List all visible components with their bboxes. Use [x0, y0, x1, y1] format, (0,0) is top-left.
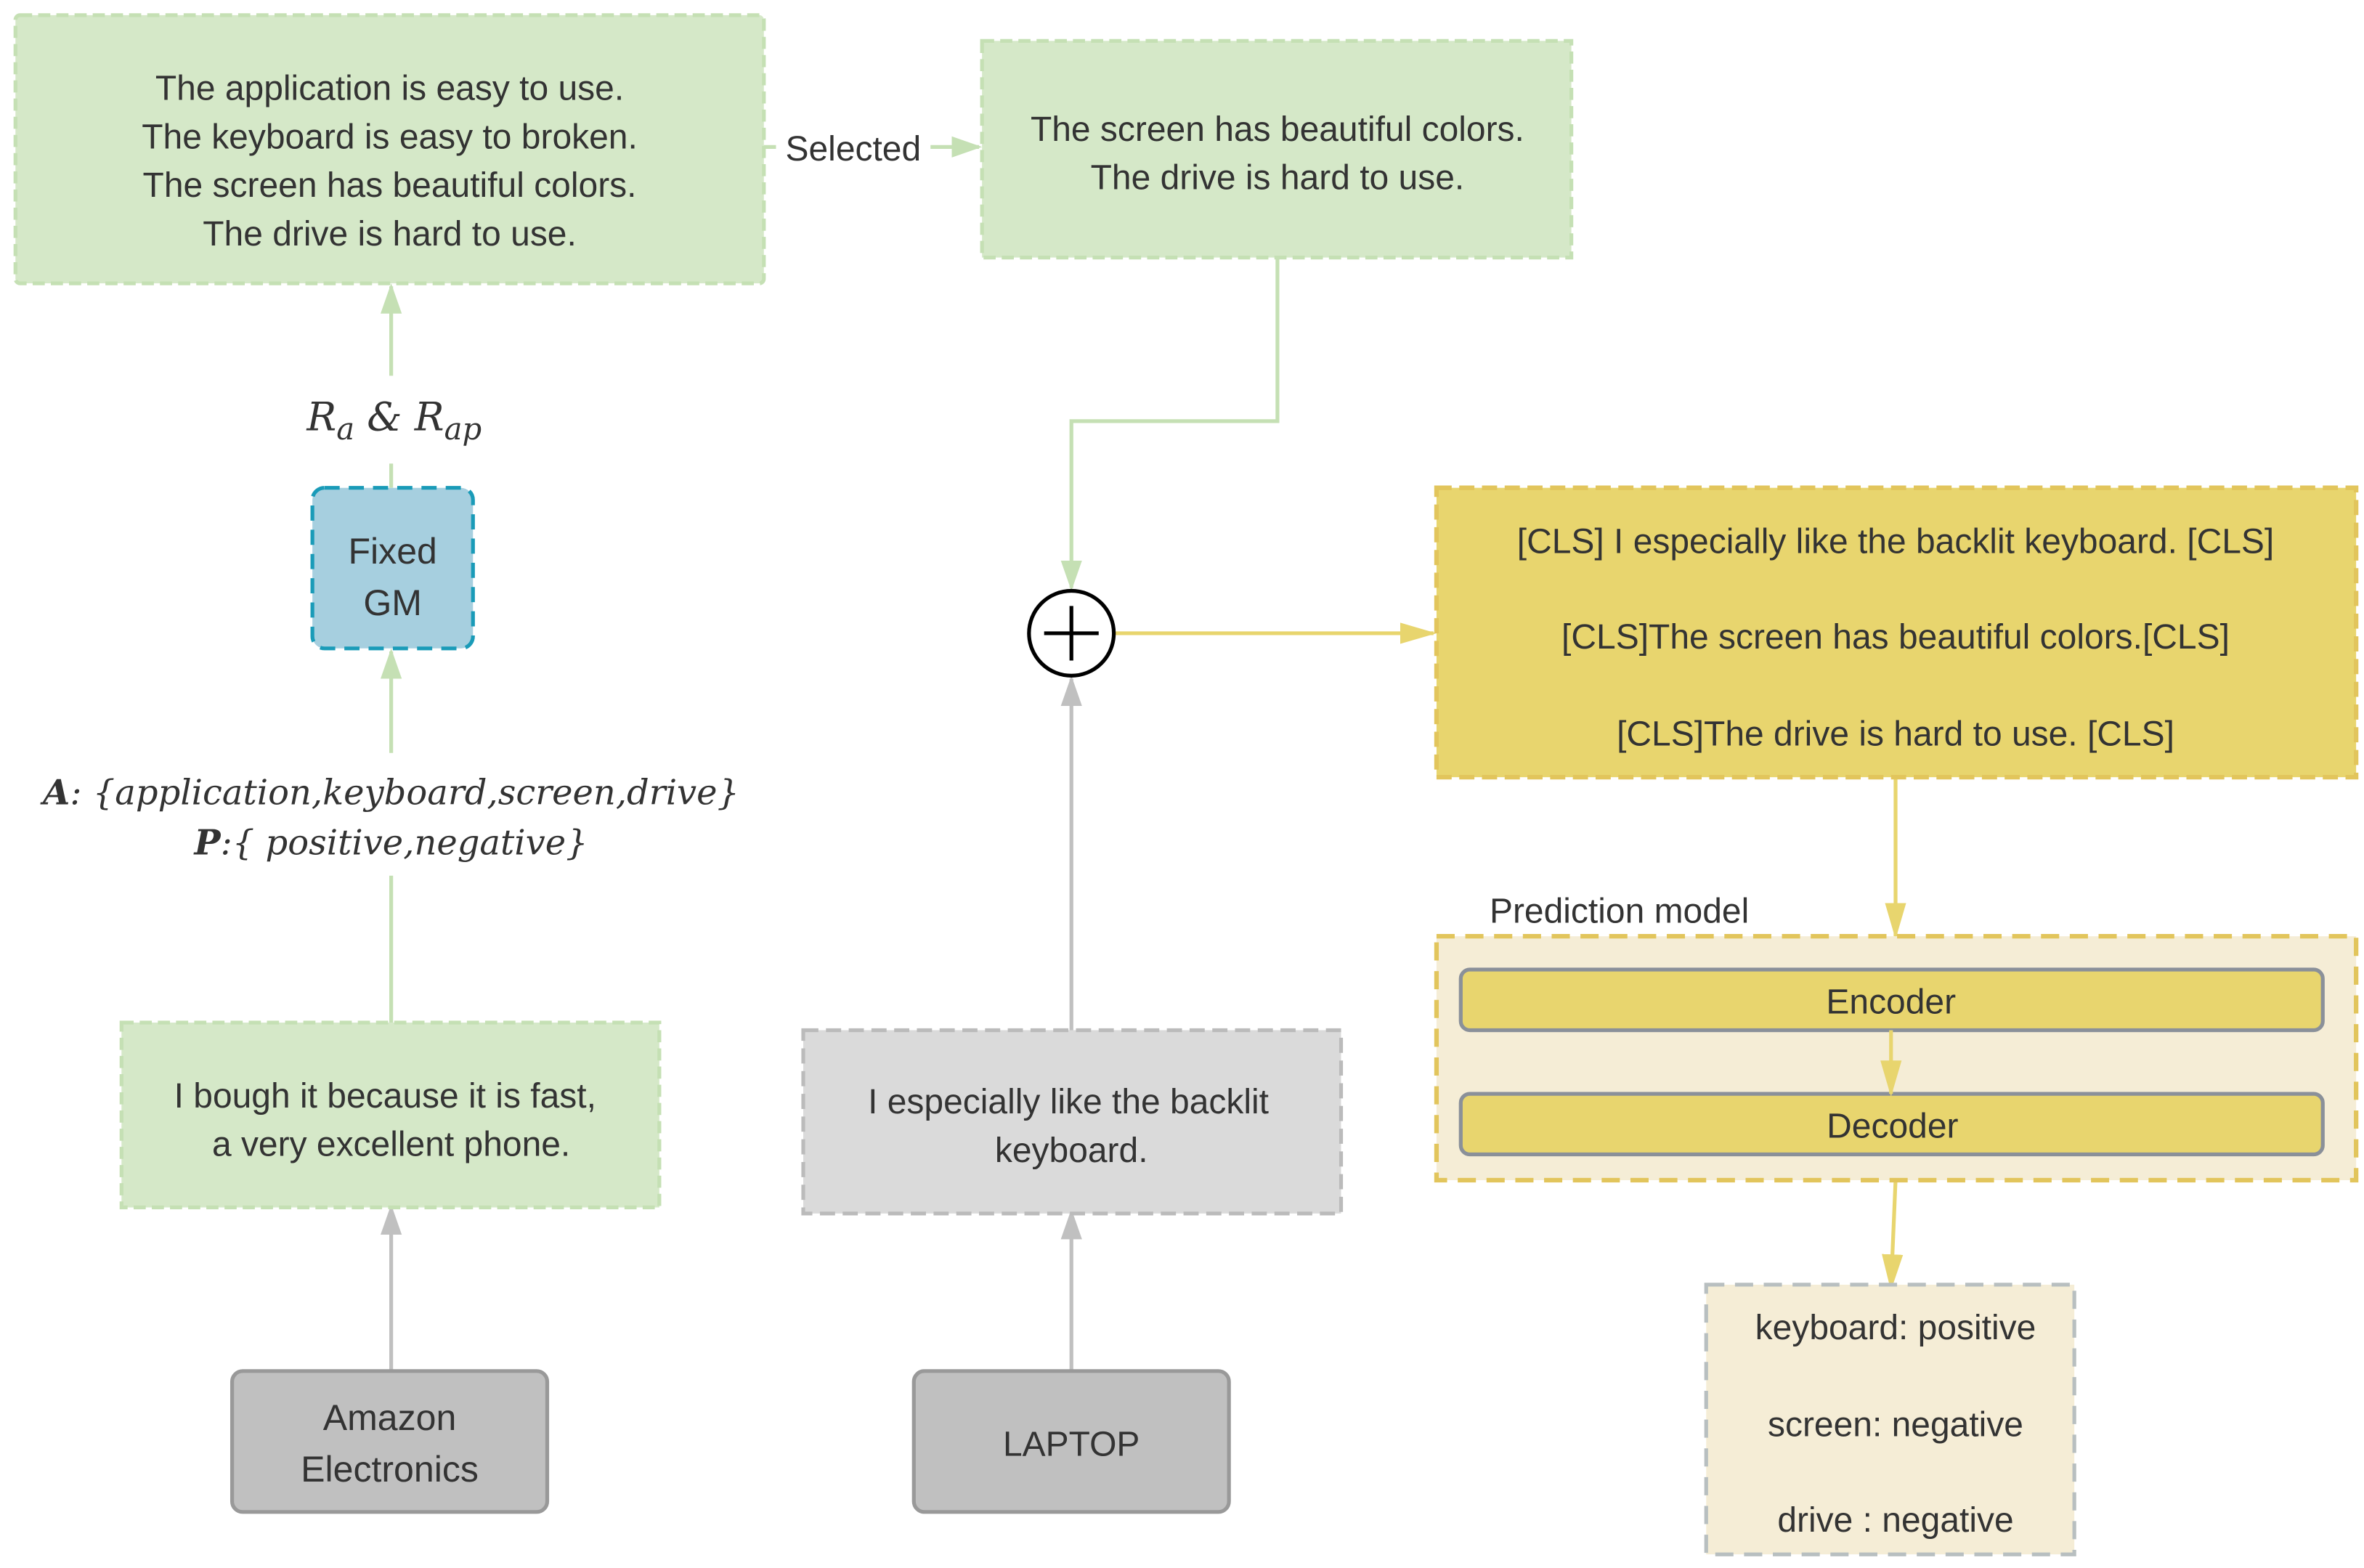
retrieved-line: The keyboard is easy to broken.: [142, 118, 638, 156]
decoder-block: Decoder: [1458, 1092, 2325, 1157]
source-domain-amazon-electronics: Amazon Electronics: [230, 1369, 550, 1514]
concat-plus-icon: [1027, 588, 1116, 678]
target-line: I especially like the backlit: [868, 1083, 1269, 1121]
diagram: The application is easy to use. The keyb…: [13, 13, 2359, 1556]
retrieval-label: Ra & Rap: [306, 394, 482, 447]
concat-line: [CLS] I especially like the backlit keyb…: [1517, 522, 2274, 561]
target-line: keyboard.: [995, 1132, 1148, 1170]
retrieved-sentences-box: The application is easy to use. The keyb…: [13, 13, 766, 285]
arrow-model-to-output: [1882, 1179, 1904, 1291]
output-line: keyboard: positive: [1755, 1309, 2036, 1347]
prediction-model-title: Prediction model: [1490, 892, 1749, 930]
concat-line: [CLS]The drive is hard to use. [CLS]: [1617, 715, 2174, 753]
polarity-set: P:{ positive,negative}: [193, 822, 588, 863]
output-line: screen: negative: [1768, 1406, 2023, 1445]
selected-label: Selected: [785, 130, 921, 168]
retrieved-line: The application is easy to use.: [155, 70, 624, 108]
selected-line: The drive is hard to use.: [1091, 159, 1465, 198]
arrow-selected-to-concat: [1060, 257, 1280, 591]
target-sentence-box: I especially like the backlit keyboard.: [801, 1028, 1344, 1216]
source-line: I bough it because it is fast,: [174, 1077, 596, 1116]
source-sentence-box: I bough it because it is fast, a very ex…: [119, 1020, 662, 1210]
fixed-gm-line: Fixed: [349, 531, 437, 572]
output-line: drive : negative: [1777, 1501, 2013, 1540]
retrieved-line: The screen has beautiful colors.: [143, 166, 637, 205]
concatenated-input-box: [CLS] I especially like the backlit keyb…: [1434, 485, 2359, 780]
selected-sentences-box: The screen has beautiful colors. The dri…: [980, 38, 1574, 260]
source-domain-line: Electronics: [301, 1449, 479, 1490]
selected-line: The screen has beautiful colors.: [1031, 110, 1524, 149]
concat-line: [CLS]The screen has beautiful colors.[CL…: [1561, 618, 2230, 657]
retrieved-line: The drive is hard to use.: [203, 215, 577, 253]
fixed-gm-box: Fixed GM: [310, 486, 475, 651]
prediction-model-box: Encoder Decoder: [1434, 934, 2359, 1183]
source-domain-line: Amazon: [323, 1397, 457, 1438]
output-box: keyboard: positive screen: negative driv…: [1704, 1283, 2076, 1556]
encoder-label: Encoder: [1826, 983, 1956, 1022]
target-domain-laptop: LAPTOP: [911, 1369, 1231, 1514]
aspect-set: A: {application,keyboard,screen,drive}: [40, 773, 739, 813]
decoder-label: Decoder: [1827, 1108, 1958, 1146]
fixed-gm-line: GM: [363, 582, 422, 623]
source-line: a very excellent phone.: [212, 1126, 570, 1164]
encoder-block: Encoder: [1458, 967, 2325, 1033]
target-domain-label: LAPTOP: [1003, 1426, 1140, 1464]
